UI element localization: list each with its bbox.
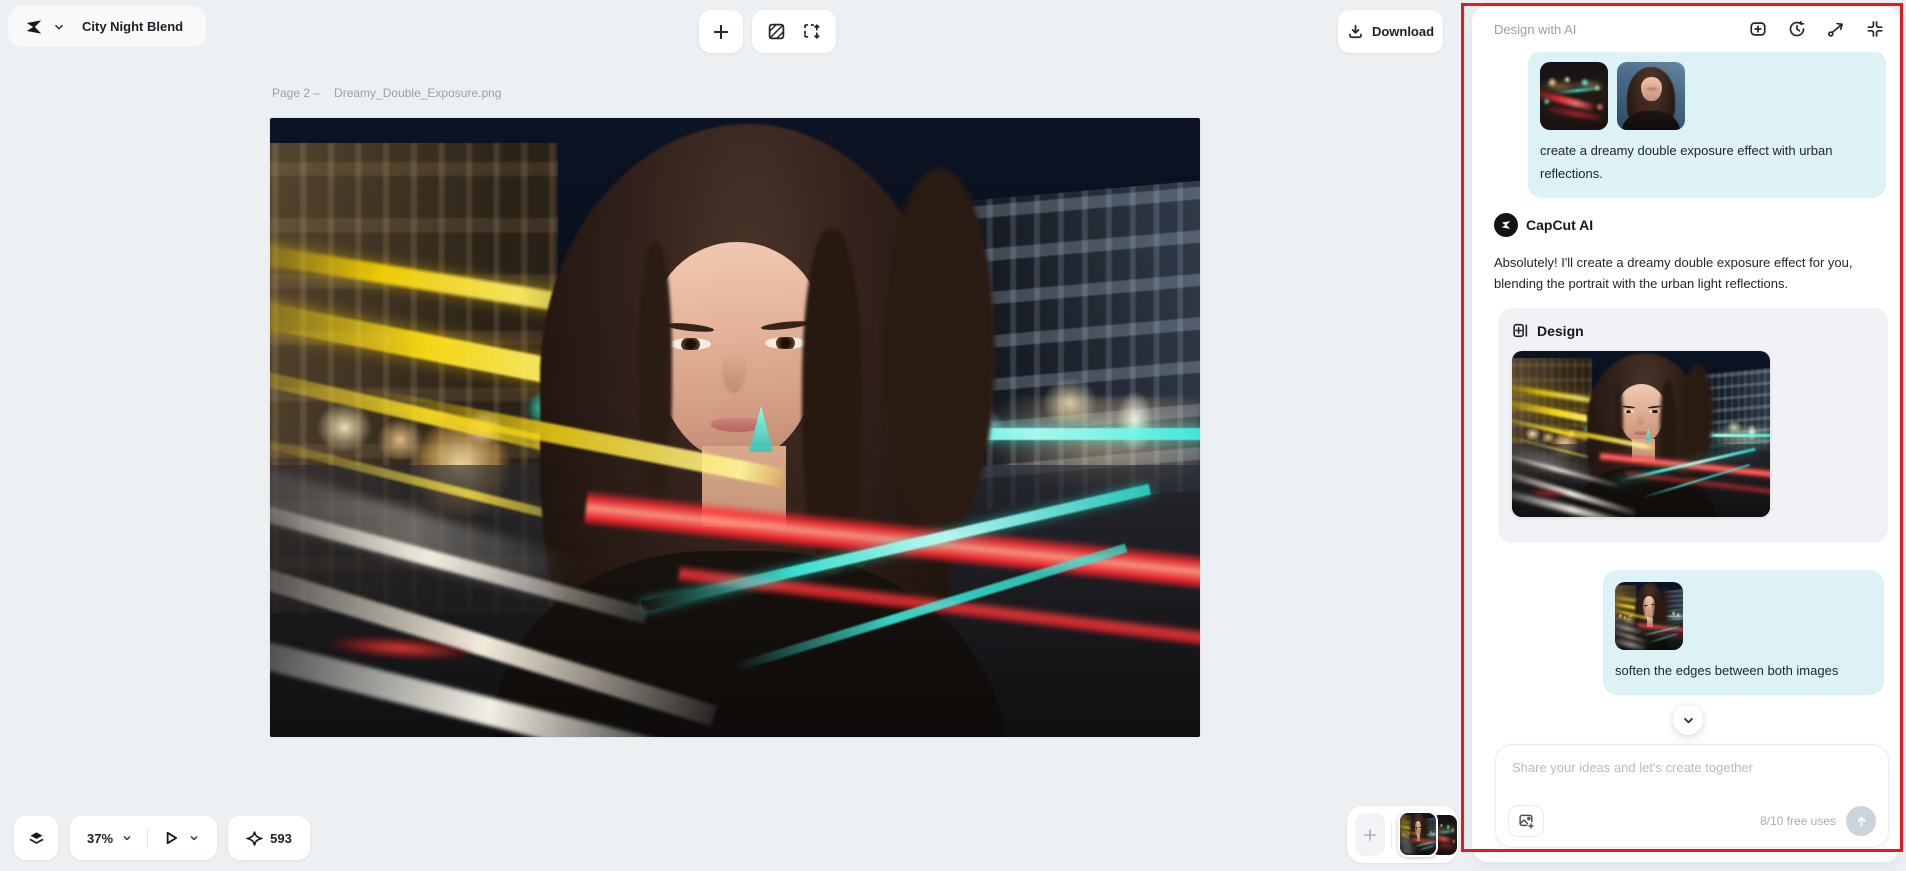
credits-count: 593 (270, 830, 292, 846)
layers-button[interactable] (14, 816, 58, 860)
design-icon (1512, 322, 1529, 339)
download-label: Download (1371, 24, 1435, 39)
view-controls: 37% (70, 816, 217, 860)
capcut-logo-icon[interactable] (22, 15, 46, 39)
canvas-image[interactable] (270, 118, 1200, 737)
assistant-header: CapCut AI (1494, 213, 1593, 237)
preview-play-icon[interactable] (162, 829, 180, 847)
new-chat-icon[interactable] (1749, 20, 1767, 38)
page-number: Page 2 – (272, 86, 321, 100)
resize-canvas-icon[interactable] (802, 22, 821, 41)
history-icon[interactable] (1788, 20, 1806, 38)
chevron-down-icon[interactable] (188, 832, 200, 844)
sparkle-icon (246, 831, 264, 845)
design-with-ai-panel: Design with AI create a dreamy double ex… (1472, 6, 1900, 862)
user-message-2: soften the edges between both images (1603, 570, 1884, 695)
user-message-1-text: create a dreamy double exposure effect w… (1540, 143, 1833, 181)
page-label: Page 2 – Dreamy_Double_Exposure.png (272, 86, 501, 100)
user-message-2-text: soften the edges between both images (1615, 663, 1839, 678)
add-image-button[interactable] (1508, 805, 1544, 837)
chevron-down-icon (1683, 717, 1693, 723)
chat-input-box: 8/10 free uses (1496, 745, 1888, 847)
scroll-to-bottom-button[interactable] (1673, 705, 1703, 735)
add-element-button[interactable] (699, 10, 743, 53)
ai-panel-title: Design with AI (1494, 21, 1577, 37)
divider (147, 828, 149, 848)
capcut-ai-avatar (1494, 213, 1518, 237)
chevron-down-icon[interactable] (121, 832, 133, 844)
credits-button[interactable]: 593 (228, 816, 310, 860)
download-button[interactable]: Download (1338, 10, 1443, 53)
usage-counter: 8/10 free uses (1759, 814, 1836, 828)
app-window: City Night Blend Download Page 2 – Dream… (0, 0, 1906, 871)
page-thumbnail-2-selected[interactable] (1398, 811, 1438, 857)
send-button[interactable] (1846, 806, 1876, 836)
add-page-button[interactable] (1355, 813, 1385, 856)
design-result-card: Design (1498, 308, 1888, 543)
divider (1391, 822, 1392, 848)
assistant-name: CapCut AI (1526, 217, 1594, 233)
user-message-1: create a dreamy double exposure effect w… (1528, 50, 1886, 198)
page-filename: Dreamy_Double_Exposure.png (334, 86, 502, 100)
attachment-portrait-photo[interactable] (1617, 62, 1685, 130)
arrow-up-icon (1856, 816, 1866, 826)
canvas-tools-group (752, 10, 836, 53)
design-card-title: Design (1537, 322, 1584, 339)
zoom-level[interactable]: 37% (87, 831, 113, 846)
background-fill-icon[interactable] (767, 22, 786, 41)
assistant-message-1: Absolutely! I'll create a dreamy double … (1494, 255, 1853, 292)
attachment-double-exposure-design[interactable] (1615, 582, 1683, 650)
share-icon[interactable] (1827, 20, 1845, 38)
ai-panel-header: Design with AI (1472, 6, 1900, 52)
design-result-image[interactable] (1512, 351, 1770, 517)
chevron-down-icon[interactable] (52, 20, 66, 34)
collapse-panel-icon[interactable] (1866, 20, 1884, 38)
project-header: City Night Blend (8, 6, 206, 47)
attachment-city-night-photo[interactable] (1540, 62, 1608, 130)
chat-input[interactable] (1512, 760, 1874, 775)
project-title[interactable]: City Night Blend (82, 19, 183, 34)
pages-dock (1347, 806, 1458, 863)
